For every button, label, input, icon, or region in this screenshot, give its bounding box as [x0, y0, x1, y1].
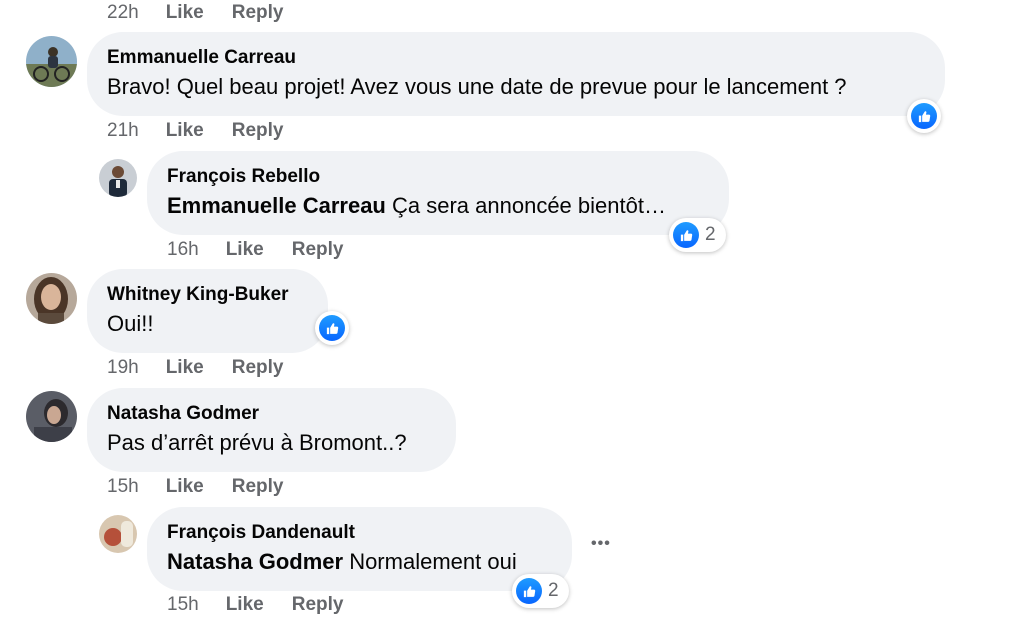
avatar[interactable]: [99, 515, 137, 553]
comment-author[interactable]: Whitney King-Buker: [107, 284, 289, 306]
reply-text: Natasha Godmer Normalement oui: [167, 549, 517, 575]
mention-link[interactable]: Natasha Godmer: [167, 549, 343, 574]
reply-link[interactable]: Reply: [232, 476, 284, 498]
reply-author[interactable]: François Rebello: [167, 166, 320, 188]
comment-time: 22h: [107, 2, 139, 23]
comment-meta: 21h Like Reply: [107, 120, 311, 142]
reply-text: Emmanuelle Carreau Ça sera annoncée bien…: [167, 193, 666, 219]
comment-time: 15h: [167, 594, 199, 615]
reply-link[interactable]: Reply: [232, 120, 284, 142]
comment-time: 21h: [107, 120, 139, 141]
reaction-count: 2: [548, 580, 559, 601]
comment-meta: 15h Like Reply: [167, 594, 371, 616]
comment-author[interactable]: Natasha Godmer: [107, 403, 259, 425]
reply-author[interactable]: François Dandenault: [167, 522, 355, 544]
avatar[interactable]: [26, 391, 77, 442]
comment-text: Bravo! Quel beau projet! Avez vous une d…: [107, 74, 847, 99]
mention-link[interactable]: Emmanuelle Carreau: [167, 193, 386, 218]
reply-link[interactable]: Reply: [232, 357, 284, 379]
comment-text: Oui!!: [107, 311, 154, 336]
like-link[interactable]: Like: [226, 594, 264, 616]
comment-meta: 15h Like Reply: [107, 476, 311, 498]
reply-link[interactable]: Reply: [292, 594, 344, 616]
reaction-badge[interactable]: 2: [669, 218, 726, 252]
comment-time: 19h: [107, 357, 139, 378]
like-link[interactable]: Like: [166, 476, 204, 498]
thumbs-up-icon: [673, 222, 699, 248]
like-link[interactable]: Like: [166, 2, 204, 24]
avatar[interactable]: [26, 36, 77, 87]
reaction-count: 2: [705, 224, 716, 245]
comment-meta: 22h Like Reply: [107, 2, 311, 24]
reply-link[interactable]: Reply: [292, 239, 344, 261]
reply-body: Ça sera annoncée bientôt…: [392, 193, 666, 218]
more-options-icon[interactable]: •••: [591, 535, 611, 553]
comment-text: Pas d’arrêt prévu à Bromont..?: [107, 430, 407, 455]
comment-author[interactable]: Emmanuelle Carreau: [107, 47, 296, 69]
reply-link[interactable]: Reply: [232, 2, 284, 24]
reaction-badge[interactable]: [315, 311, 349, 345]
thumbs-up-icon: [911, 103, 937, 129]
comment-time: 15h: [107, 476, 139, 497]
reply-body: Normalement oui: [349, 549, 517, 574]
like-link[interactable]: Like: [226, 239, 264, 261]
comment-meta: 19h Like Reply: [107, 357, 311, 379]
comment-time: 16h: [167, 239, 199, 260]
reaction-badge[interactable]: [907, 99, 941, 133]
thumbs-up-icon: [516, 578, 542, 604]
thumbs-up-icon: [319, 315, 345, 341]
reaction-badge[interactable]: 2: [512, 574, 569, 608]
comment-meta: 16h Like Reply: [167, 239, 371, 261]
like-link[interactable]: Like: [166, 120, 204, 142]
like-link[interactable]: Like: [166, 357, 204, 379]
avatar[interactable]: [26, 273, 77, 324]
avatar[interactable]: [99, 159, 137, 197]
